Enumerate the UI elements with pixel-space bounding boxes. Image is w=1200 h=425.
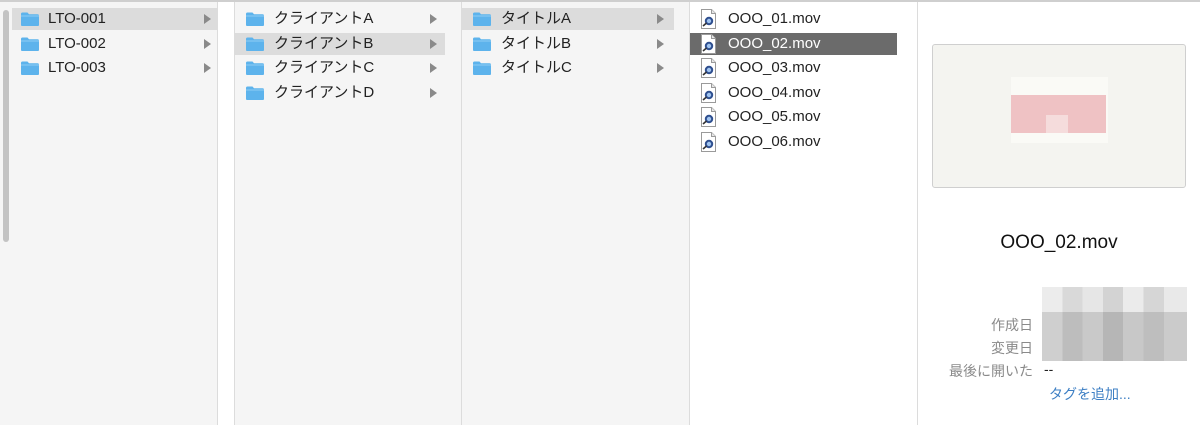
disclosure-arrow-icon [430, 88, 437, 98]
folder-icon [245, 11, 265, 27]
browser-item[interactable]: LTO-003 [12, 57, 217, 79]
browser-item[interactable]: OOO_02.mov [690, 33, 897, 55]
disclosure-arrow-icon [204, 63, 211, 73]
browser-item[interactable]: クライアントD [235, 82, 445, 104]
browser-item-label: クライアントA [274, 10, 374, 27]
browser-item-label: OOO_04.mov [728, 84, 821, 101]
browser-item[interactable]: OOO_04.mov [690, 82, 897, 104]
browser-item-label: タイトルC [501, 59, 572, 76]
blurred-frame-content [1046, 115, 1068, 133]
folder-icon [472, 36, 492, 52]
browser-item-label: クライアントD [274, 84, 375, 101]
browser-item[interactable]: OOO_06.mov [690, 131, 897, 153]
quicktime-movie-file-icon [700, 107, 717, 127]
browser-item[interactable]: クライアントC [235, 57, 445, 79]
browser-item-label: タイトルA [501, 10, 572, 27]
browser-item-label: OOO_06.mov [728, 133, 821, 150]
browser-item-label: LTO-001 [48, 10, 106, 27]
browser-item[interactable]: タイトルB [462, 33, 674, 55]
folder-icon [20, 11, 40, 27]
disclosure-arrow-icon [430, 39, 437, 49]
folder-icon [245, 85, 265, 101]
quicktime-movie-file-icon [700, 58, 717, 78]
quicktime-movie-file-icon [700, 34, 717, 54]
created-label: 作成日 [991, 317, 1033, 333]
vertical-scrollbar[interactable] [3, 10, 9, 242]
disclosure-arrow-icon [657, 14, 664, 24]
browser-item-label: OOO_03.mov [728, 59, 821, 76]
browser-item-label: OOO_02.mov [728, 35, 821, 52]
disclosure-arrow-icon [430, 14, 437, 24]
folder-icon [472, 11, 492, 27]
browser-item-label: クライアントC [274, 59, 375, 76]
folder-icon [20, 60, 40, 76]
browser-item[interactable]: クライアントA [235, 8, 445, 30]
browser-item-label: OOO_01.mov [728, 10, 821, 27]
folder-icon [245, 60, 265, 76]
disclosure-arrow-icon [430, 63, 437, 73]
quicktime-movie-file-icon [700, 9, 717, 29]
file-preview-thumbnail [932, 44, 1186, 188]
browser-item[interactable]: タイトルC [462, 57, 674, 79]
add-tags-link[interactable]: タグを追加... [1049, 384, 1131, 404]
disclosure-arrow-icon [657, 39, 664, 49]
redacted-dates-mosaic [1042, 287, 1187, 361]
preview-file-name: OOO_02.mov [1000, 232, 1118, 253]
quicktime-movie-file-icon [700, 83, 717, 103]
browser-item[interactable]: OOO_03.mov [690, 57, 897, 79]
browser-item[interactable]: OOO_01.mov [690, 8, 897, 30]
folder-icon [245, 36, 265, 52]
browser-item-label: タイトルB [501, 35, 572, 52]
last-opened-label: 最後に開いた [949, 363, 1033, 379]
browser-item[interactable]: OOO_05.mov [690, 106, 897, 128]
column-gutter [218, 2, 234, 425]
folder-icon [20, 36, 40, 52]
browser-item-label: LTO-003 [48, 59, 106, 76]
browser-item-label: LTO-002 [48, 35, 106, 52]
browser-item-label: クライアントB [274, 35, 374, 52]
last-opened-value: -- [1044, 361, 1054, 377]
disclosure-arrow-icon [204, 39, 211, 49]
browser-item[interactable]: クライアントB [235, 33, 445, 55]
browser-item-label: OOO_05.mov [728, 108, 821, 125]
browser-item[interactable]: LTO-001 [12, 8, 217, 30]
quicktime-movie-file-icon [700, 132, 717, 152]
folder-icon [472, 60, 492, 76]
disclosure-arrow-icon [657, 63, 664, 73]
browser-item[interactable]: タイトルA [462, 8, 674, 30]
modified-label: 変更日 [991, 340, 1033, 356]
disclosure-arrow-icon [204, 14, 211, 24]
browser-item[interactable]: LTO-002 [12, 33, 217, 55]
